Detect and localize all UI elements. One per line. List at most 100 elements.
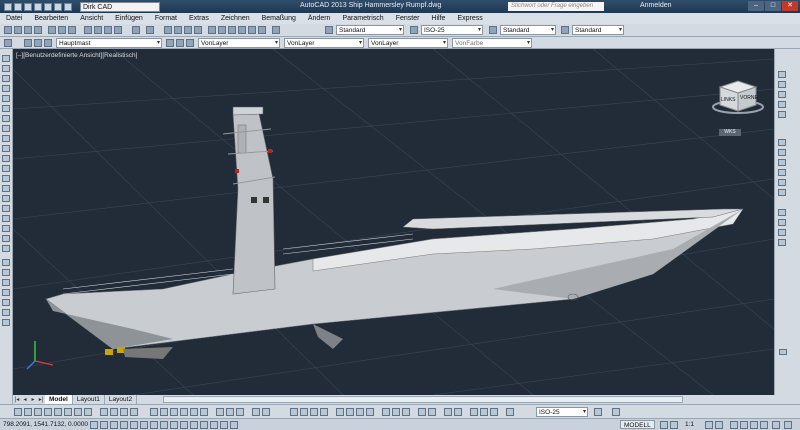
menu-zeichnen[interactable]: Zeichnen [215, 15, 256, 22]
hatch-icon[interactable] [2, 195, 10, 202]
region-icon[interactable] [2, 215, 10, 222]
plot-icon[interactable] [48, 26, 56, 34]
snap-mode-icon[interactable] [100, 421, 108, 429]
minimize-button[interactable]: – [748, 1, 764, 11]
center-icon[interactable] [64, 408, 72, 416]
save-as-icon[interactable] [34, 2, 42, 11]
dim-linear-icon[interactable] [290, 408, 298, 416]
viewport-controls-label[interactable]: [–][Benutzerdefinierte Ansicht][Realisti… [16, 52, 137, 59]
workspace-selector[interactable]: Dirk CAD [80, 1, 160, 12]
table-insert-icon[interactable] [612, 408, 620, 416]
menu-parametrisch[interactable]: Parametrisch [336, 15, 389, 22]
view-top-icon[interactable] [778, 149, 786, 156]
dimedit-icon[interactable] [470, 408, 478, 416]
lineweight-select[interactable]: VonLayer [368, 38, 448, 48]
horizontal-scrollbar[interactable] [163, 396, 683, 403]
maximize-button[interactable]: □ [765, 1, 781, 11]
layer-states-icon[interactable] [186, 39, 194, 47]
last-tab-icon[interactable]: ▸| [37, 396, 45, 403]
inspect-icon[interactable] [444, 408, 452, 416]
markup-icon[interactable] [248, 26, 256, 34]
new-icon[interactable] [4, 26, 12, 34]
rotate-icon[interactable] [2, 319, 10, 326]
tolerance-icon[interactable] [418, 408, 426, 416]
subtract-icon[interactable] [226, 408, 234, 416]
dynamic-ucs-icon[interactable] [170, 421, 178, 429]
baseline-icon[interactable] [392, 408, 400, 416]
menu-bearbeiten[interactable]: Bearbeiten [28, 15, 74, 22]
zoom-realtime-icon[interactable] [174, 26, 182, 34]
close-button[interactable]: ✕ [782, 1, 798, 11]
dim-ordinate-icon[interactable] [320, 408, 328, 416]
application-status-icon[interactable] [772, 421, 780, 429]
viewcube[interactable]: LINKS VORNE [708, 77, 764, 117]
view-front-icon[interactable] [778, 139, 786, 146]
next-tab-icon[interactable]: ▸ [29, 396, 37, 403]
extrude-icon[interactable] [190, 408, 198, 416]
qnew-icon[interactable] [14, 26, 22, 34]
tab-model[interactable]: Model [45, 395, 73, 404]
mleader-style-select[interactable]: Standard [572, 25, 624, 35]
text-style-select[interactable]: Standard [336, 25, 404, 35]
polygon-icon[interactable] [2, 85, 10, 92]
array-icon[interactable] [2, 299, 10, 306]
pan-icon[interactable] [164, 26, 172, 34]
cone-icon[interactable] [170, 408, 178, 416]
3d-object-snap-icon[interactable] [150, 421, 158, 429]
tangent-icon[interactable] [84, 408, 92, 416]
menu-aendern[interactable]: Ändern [302, 15, 337, 22]
redo-icon[interactable] [64, 2, 72, 11]
menu-hilfe[interactable]: Hilfe [425, 15, 451, 22]
copy-object-icon[interactable] [2, 269, 10, 276]
plot-style-select[interactable]: VonFarbe [452, 38, 532, 48]
toolbar-lock-icon[interactable] [740, 421, 748, 429]
isolate-objects-icon[interactable] [760, 421, 768, 429]
dim-aligned-icon[interactable] [300, 408, 308, 416]
new-file-icon[interactable] [4, 2, 12, 11]
workspace-switching-icon[interactable] [730, 421, 738, 429]
linetype-select[interactable]: VonLayer [284, 38, 364, 48]
osnap-icon[interactable] [24, 408, 32, 416]
point-icon[interactable] [2, 185, 10, 192]
layer-properties-icon[interactable] [4, 39, 12, 47]
quick-view-layouts-icon[interactable] [660, 421, 668, 429]
dimupdate-icon[interactable] [490, 408, 498, 416]
preview-icon[interactable] [58, 26, 66, 34]
viewcube-front-face[interactable]: VORNE [740, 95, 758, 101]
iso-nw-icon[interactable] [778, 239, 786, 246]
dim-radius-icon[interactable] [336, 408, 344, 416]
insert-block-icon[interactable] [2, 165, 10, 172]
view-back-icon[interactable] [778, 179, 786, 186]
first-tab-icon[interactable]: |◂ [13, 396, 21, 403]
sign-in-button[interactable]: Anmelden [640, 2, 672, 9]
dim-diameter-icon[interactable] [356, 408, 364, 416]
spline-icon[interactable] [2, 135, 10, 142]
menu-extras[interactable]: Extras [183, 15, 215, 22]
redo-toolbar-icon[interactable] [146, 26, 154, 34]
save-icon[interactable] [24, 2, 32, 11]
nearest-icon[interactable] [130, 408, 138, 416]
polyline-icon[interactable] [2, 75, 10, 82]
viewcube-left-face[interactable]: LINKS [721, 97, 735, 103]
layer-select[interactable]: Hauptmast [56, 38, 162, 48]
lightbulb-icon[interactable] [24, 39, 32, 47]
tab-layout1[interactable]: Layout1 [73, 395, 105, 404]
drawing-viewport[interactable]: [–][Benutzerdefinierte Ansicht][Realisti… [13, 49, 774, 395]
annotation-scale-icon[interactable] [670, 421, 678, 429]
sun-icon[interactable] [34, 39, 42, 47]
table-icon[interactable] [2, 225, 10, 232]
object-snap-icon[interactable] [140, 421, 148, 429]
intersect-icon[interactable] [236, 408, 244, 416]
move-icon[interactable] [2, 309, 10, 316]
hardware-acceleration-icon[interactable] [750, 421, 758, 429]
iso-se-icon[interactable] [778, 219, 786, 226]
endpoint-icon[interactable] [34, 408, 42, 416]
slice-icon[interactable] [252, 408, 260, 416]
scroll-down-icon[interactable] [779, 349, 787, 355]
make-block-icon[interactable] [2, 175, 10, 182]
wcs-menu[interactable]: WKS [719, 129, 741, 136]
auto-scale-icon[interactable] [715, 421, 723, 429]
iso-ne-icon[interactable] [778, 229, 786, 236]
erase-icon[interactable] [2, 259, 10, 266]
open-file-icon[interactable] [14, 2, 22, 11]
